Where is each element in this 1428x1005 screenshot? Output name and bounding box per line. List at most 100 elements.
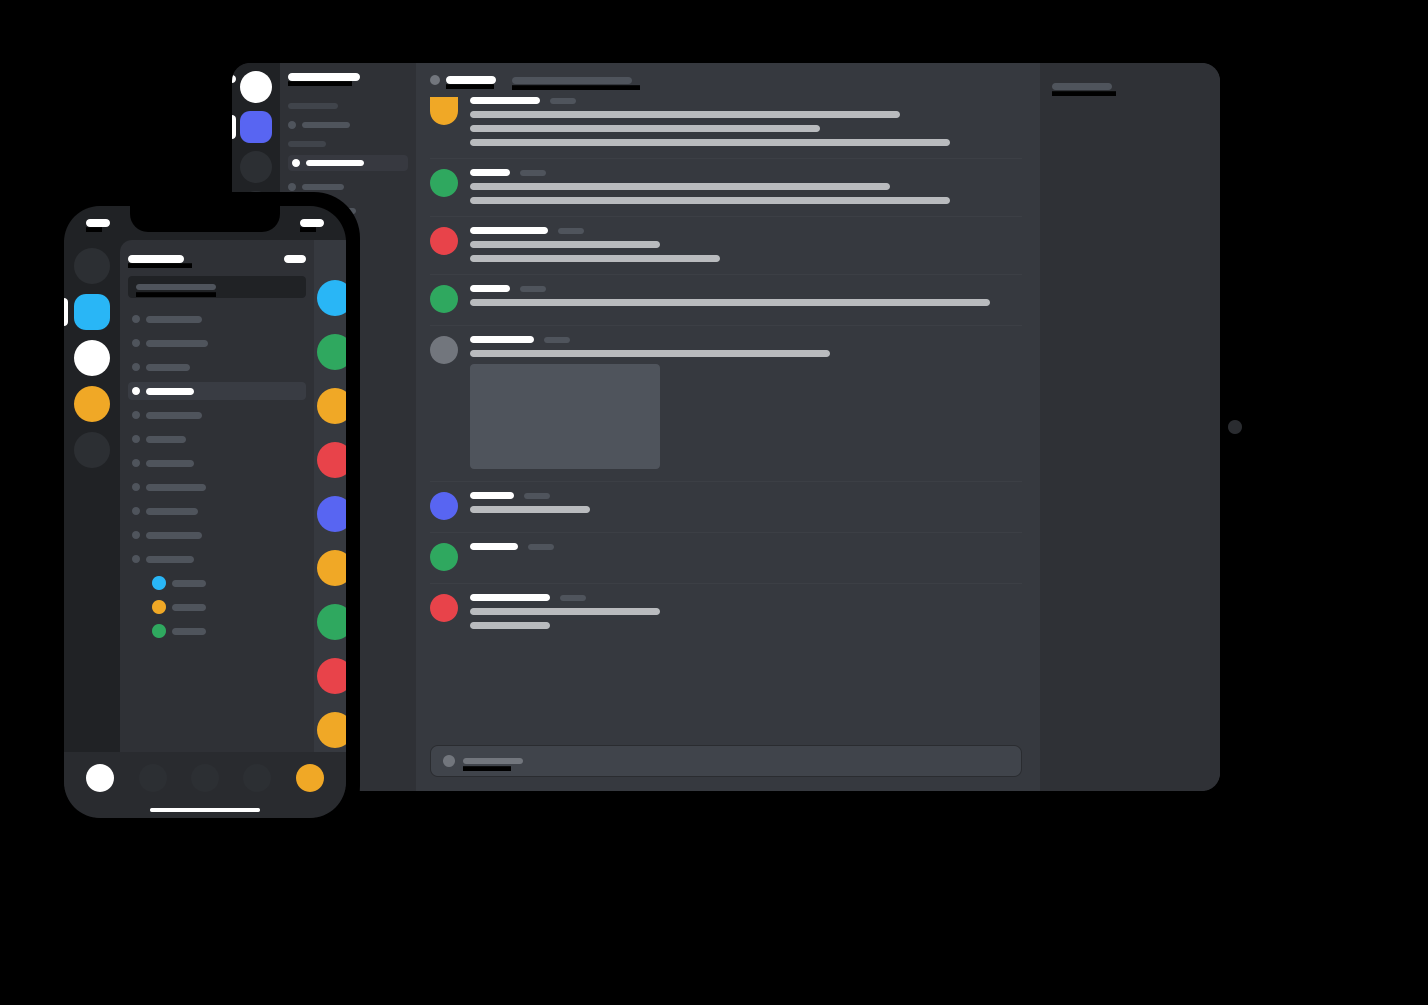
message-text (470, 506, 590, 513)
channel-item[interactable] (288, 117, 408, 133)
channel-item[interactable] (128, 454, 306, 472)
channel-item[interactable] (128, 334, 306, 352)
message-author[interactable] (470, 492, 514, 499)
channel-category[interactable] (288, 103, 338, 109)
avatar[interactable] (430, 594, 458, 622)
message-list[interactable] (430, 97, 1022, 739)
avatar[interactable] (430, 336, 458, 364)
message[interactable] (430, 158, 1022, 216)
voice-user[interactable] (148, 574, 306, 592)
server-dm-icon[interactable] (74, 248, 110, 284)
server-dm-icon[interactable] (240, 71, 272, 103)
message-timestamp (560, 595, 586, 601)
message[interactable] (430, 274, 1022, 325)
message-author[interactable] (470, 594, 550, 601)
phone-body: ▬▬▬▬ ▬▬▬▬▬ (64, 240, 346, 752)
channel-item-selected[interactable] (128, 382, 306, 400)
server-name[interactable]: ▬▬▬▬ (288, 73, 360, 81)
tablet-member-list: ▬▬▬▬ (1040, 63, 1220, 791)
hash-icon (132, 315, 140, 323)
tab-profile[interactable] (296, 764, 324, 792)
tab-home[interactable] (86, 764, 114, 792)
message[interactable] (430, 97, 1022, 158)
server-icon[interactable] (74, 340, 110, 376)
channel-item[interactable] (128, 526, 306, 544)
message-author[interactable] (470, 285, 510, 292)
message-author[interactable] (470, 543, 518, 550)
channel-item[interactable] (128, 550, 306, 568)
message[interactable] (430, 216, 1022, 274)
avatar[interactable] (430, 492, 458, 520)
message[interactable] (430, 325, 1022, 481)
message[interactable] (430, 532, 1022, 583)
message[interactable] (430, 481, 1022, 532)
search-input[interactable]: ▬▬▬▬▬ (128, 276, 306, 298)
message[interactable] (430, 583, 1022, 641)
avatar[interactable] (430, 169, 458, 197)
channel-label (302, 122, 350, 128)
hash-icon (288, 121, 296, 129)
avatar[interactable] (430, 227, 458, 255)
avatar (317, 388, 346, 424)
message-author[interactable] (470, 169, 510, 176)
channel-item[interactable] (128, 358, 306, 376)
message-timestamp (550, 98, 576, 104)
phone-screen: ▬ ▬ ▬▬▬▬ ▬▬▬▬▬ (64, 206, 346, 818)
message-author[interactable] (470, 97, 540, 104)
channel-item[interactable] (128, 502, 306, 520)
voice-user[interactable] (148, 598, 306, 616)
message-text (470, 608, 660, 615)
hash-icon (132, 483, 140, 491)
chat-channel-topic: ▬▬▬▬▬▬▬▬ (512, 77, 632, 84)
voice-icon (132, 555, 140, 563)
avatar[interactable] (430, 97, 458, 125)
server-header[interactable]: ▬▬▬▬ (128, 250, 306, 268)
channel-label (306, 160, 364, 166)
message-text (470, 350, 830, 357)
message-input[interactable]: ▬▬▬ (430, 745, 1022, 777)
server-icon[interactable] (240, 151, 272, 183)
phone-channel-sidebar: ▬▬▬▬ ▬▬▬▬▬ (120, 240, 314, 752)
message-attachment[interactable] (470, 364, 660, 469)
hash-icon (132, 387, 140, 395)
input-placeholder: ▬▬▬ (463, 758, 523, 764)
message-author[interactable] (470, 336, 534, 343)
status-battery: ▬ (300, 219, 324, 227)
hash-icon (132, 531, 140, 539)
avatar (152, 600, 166, 614)
tab-search[interactable] (191, 764, 219, 792)
hash-icon (132, 411, 140, 419)
channel-item[interactable] (128, 310, 306, 328)
voice-user[interactable] (148, 622, 306, 640)
tablet-home-button[interactable] (1228, 420, 1242, 434)
phone-chat-peek[interactable] (314, 240, 346, 752)
message-author[interactable] (470, 227, 548, 234)
attach-icon[interactable] (443, 755, 455, 767)
avatar[interactable] (430, 285, 458, 313)
tab-mentions[interactable] (243, 764, 271, 792)
hash-icon (132, 435, 140, 443)
channel-item-selected[interactable] (288, 155, 408, 171)
channel-label (146, 460, 194, 467)
channel-item[interactable] (128, 430, 306, 448)
hash-icon (132, 459, 140, 467)
tab-friends[interactable] (139, 764, 167, 792)
channel-label (146, 364, 190, 371)
server-icon[interactable] (74, 432, 110, 468)
server-selected-icon[interactable] (240, 111, 272, 143)
phone-server-rail (64, 240, 120, 752)
more-icon[interactable] (284, 255, 306, 263)
server-icon[interactable] (74, 386, 110, 422)
tablet-device: ▬▬▬▬ ▬▬▬ ▬▬▬▬▬▬▬▬ (220, 51, 1250, 803)
message-timestamp (520, 286, 546, 292)
server-selected-icon[interactable] (74, 294, 110, 330)
message-text (470, 255, 720, 262)
channel-item[interactable] (128, 478, 306, 496)
channel-category[interactable] (288, 141, 326, 147)
channel-label (146, 316, 202, 323)
message-text (470, 125, 820, 132)
message-text (470, 111, 900, 118)
channel-item[interactable] (128, 406, 306, 424)
avatar (317, 334, 346, 370)
avatar[interactable] (430, 543, 458, 571)
